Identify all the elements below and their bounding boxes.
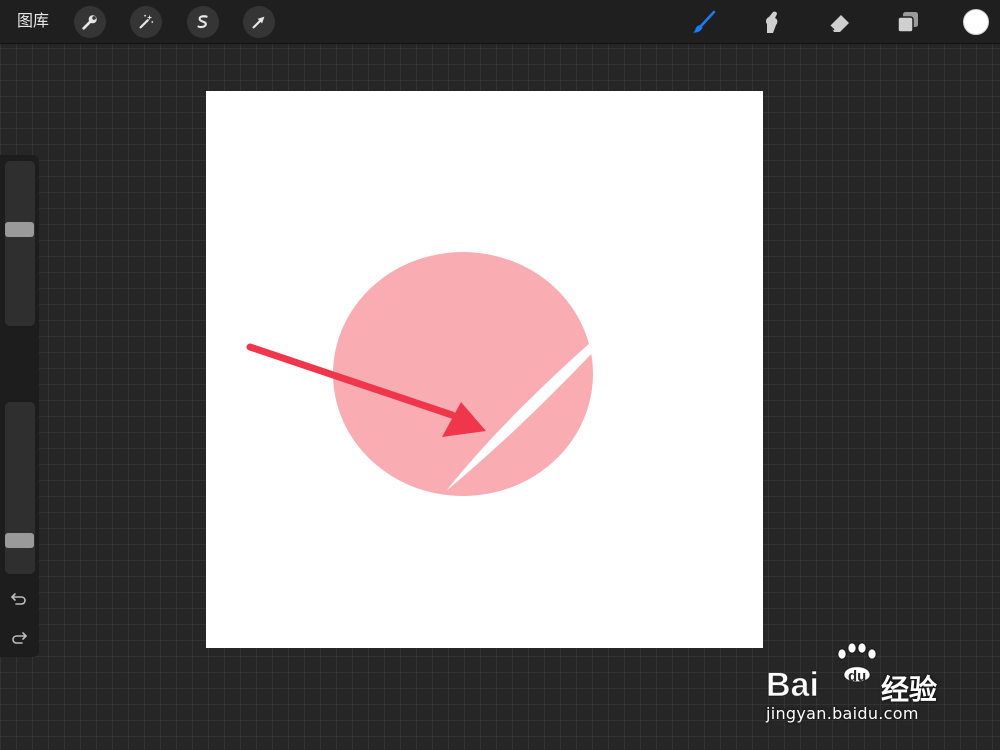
- eraser-icon: [829, 15, 849, 32]
- drawing-canvas[interactable]: [206, 91, 763, 648]
- redo-icon[interactable]: [9, 627, 29, 647]
- brush-size-slider[interactable]: [5, 161, 35, 326]
- svg-text:du: du: [848, 668, 866, 685]
- canvas-artwork: [246, 252, 596, 496]
- gallery-button[interactable]: 图库: [17, 10, 49, 32]
- baidu-jingyan-watermark: Bai du 经验 jingyan.baidu.com: [766, 640, 951, 730]
- wrench-icon: [82, 15, 97, 30]
- brush-size-slider-handle[interactable]: [5, 221, 34, 237]
- watermark-brand-text: 经验: [881, 673, 938, 706]
- magic-wand-icon: [139, 14, 154, 29]
- opacity-slider-handle[interactable]: [5, 532, 34, 548]
- smudge-tool-button[interactable]: [756, 7, 786, 37]
- pink-circle-shape: [333, 252, 593, 496]
- transform-arrow-icon: [252, 16, 265, 29]
- selection-tool-button[interactable]: [187, 6, 219, 38]
- undo-icon[interactable]: [9, 588, 29, 608]
- baidu-logo: Bai du: [766, 642, 877, 700]
- smudge-icon: [765, 11, 778, 33]
- brush-icon: [693, 10, 716, 33]
- layers-icon: [897, 12, 918, 33]
- eraser-tool-button[interactable]: [825, 7, 855, 37]
- selection-icon: [197, 15, 208, 29]
- brush-tool-button[interactable]: [689, 7, 719, 37]
- actions-wrench-button[interactable]: [74, 6, 106, 38]
- watermark-url: jingyan.baidu.com: [766, 704, 919, 723]
- layers-button[interactable]: [893, 7, 923, 37]
- opacity-slider[interactable]: [5, 402, 35, 574]
- color-picker-button[interactable]: [963, 9, 989, 35]
- adjustments-magic-wand-button[interactable]: [130, 6, 162, 38]
- transform-tool-button[interactable]: [243, 6, 275, 38]
- left-sidebar: [0, 155, 39, 657]
- top-toolbar: 图库: [0, 0, 1000, 43]
- svg-text:Bai: Bai: [766, 666, 819, 700]
